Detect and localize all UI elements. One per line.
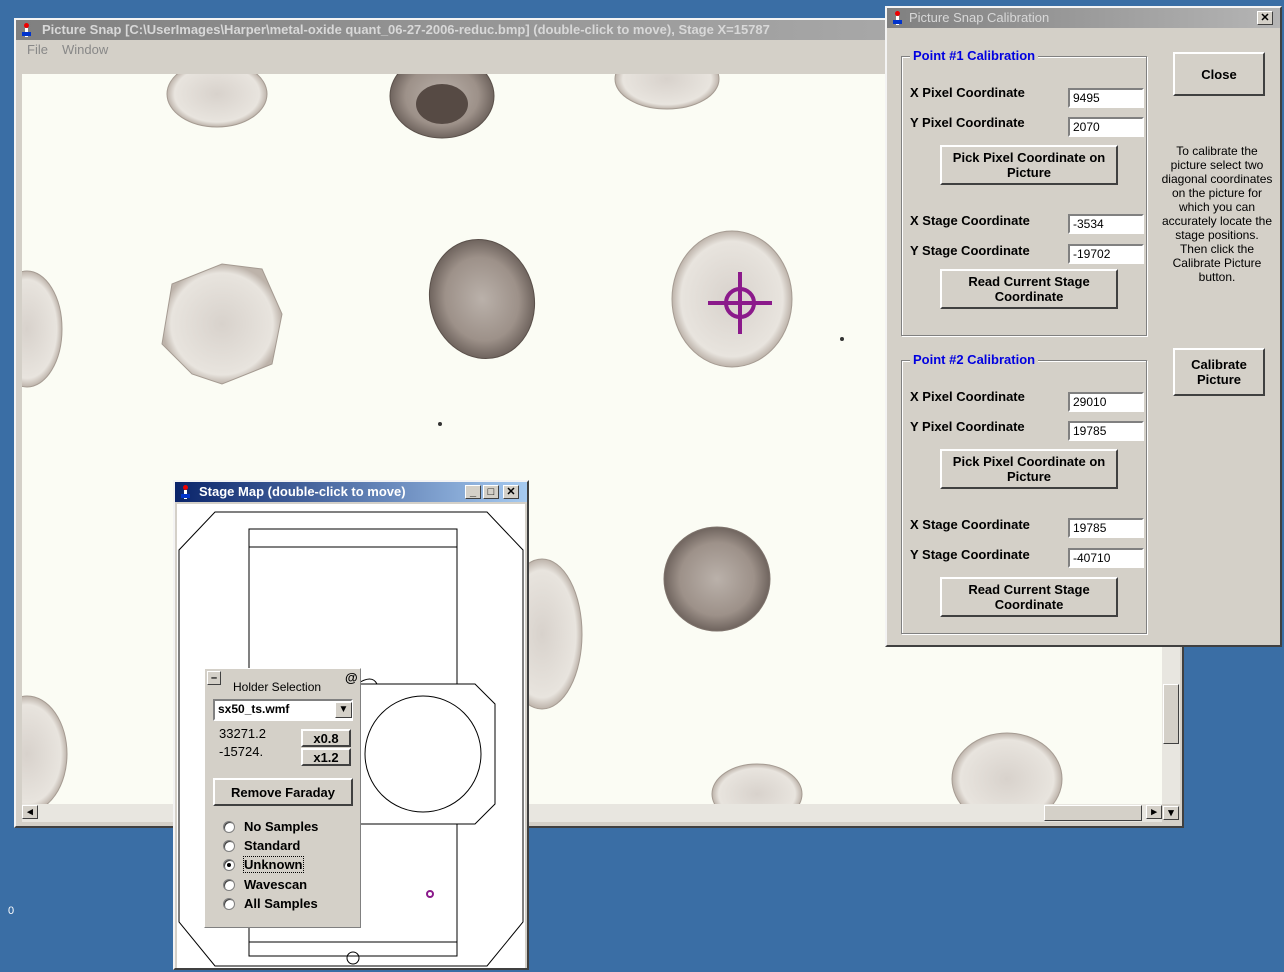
point1-title: Point #1 Calibration [910,48,1039,63]
holder-select[interactable]: sx50_ts.wmf ▼ [213,699,353,721]
app-icon [891,10,905,26]
p1-y-pixel-label: Y Pixel Coordinate [910,115,1025,130]
p2-y-stage-label: Y Stage Coordinate [910,547,1030,562]
p2-x-stage-label: X Stage Coordinate [910,517,1030,532]
p2-x-pixel-label: X Pixel Coordinate [910,389,1025,404]
point2-title: Point #2 Calibration [910,352,1039,367]
p1-y-stage-input[interactable]: -19702 [1068,244,1144,264]
label-no-samples: No Samples [244,819,319,834]
scroll-left-button[interactable]: ◂ [22,805,38,819]
radio-no-samples[interactable] [223,821,235,833]
p1-pick-pixel-button[interactable]: Pick Pixel Coordinate on Picture [940,145,1118,185]
calibrate-picture-button[interactable]: Calibrate Picture [1173,348,1265,396]
holder-selection-panel: – @ Holder Selection sx50_ts.wmf ▼ 33271… [204,668,361,928]
scroll-down-button[interactable]: ▾ [1163,806,1179,820]
at-symbol: @ [345,670,358,685]
zoom-out-button[interactable]: x0.8 [301,729,351,747]
holder-select-value: sx50_ts.wmf [218,702,290,716]
radio-standard[interactable] [223,840,235,852]
point2-group: Point #2 Calibration X Pixel Coordinate … [901,352,1147,634]
label-wavescan: Wavescan [244,877,308,892]
point1-group: Point #1 Calibration X Pixel Coordinate … [901,48,1147,336]
radio-all-samples[interactable] [223,898,235,910]
minimize-icon[interactable]: _ [465,485,481,499]
calibration-titlebar[interactable]: Picture Snap Calibration ✕ [887,8,1280,28]
collapse-panel-button[interactable]: – [207,671,221,685]
p1-x-stage-input[interactable]: -3534 [1068,214,1144,234]
label-all-samples: All Samples [244,896,318,911]
label-standard: Standard [244,838,301,853]
desktop-edge-digit: 0 [8,905,15,917]
p1-read-stage-button[interactable]: Read Current Stage Coordinate [940,269,1118,309]
p2-x-pixel-input[interactable]: 29010 [1068,392,1144,412]
vertical-scroll-thumb[interactable] [1163,684,1179,744]
holder-selection-label: Holder Selection [233,680,322,694]
p1-x-pixel-input[interactable]: 9495 [1068,88,1144,108]
calibration-title: Picture Snap Calibration [909,10,1050,25]
p2-read-stage-button[interactable]: Read Current Stage Coordinate [940,577,1118,617]
stage-coord-y: -15724. [219,744,264,759]
calibration-window[interactable]: Picture Snap Calibration ✕ Point #1 Cali… [885,6,1282,647]
stage-coord-x: 33271.2 [219,726,266,741]
menu-window[interactable]: Window [62,40,108,60]
remove-faraday-button[interactable]: Remove Faraday [213,778,353,806]
app-icon [20,22,34,38]
radio-unknown[interactable] [223,859,235,871]
zoom-in-button[interactable]: x1.2 [301,748,351,766]
radio-wavescan[interactable] [223,879,235,891]
p1-y-pixel-input[interactable]: 2070 [1068,117,1144,137]
chevron-down-icon[interactable]: ▼ [335,702,352,718]
stage-map-window[interactable]: Stage Map (double-click to move) _ □ ✕ –… [173,480,529,970]
stage-map-titlebar[interactable]: Stage Map (double-click to move) _ □ ✕ [175,482,527,502]
close-icon[interactable]: ✕ [1257,11,1273,25]
horizontal-scroll-thumb[interactable] [1044,805,1142,821]
close-button[interactable]: Close [1173,52,1265,96]
p1-y-stage-label: Y Stage Coordinate [910,243,1030,258]
scroll-right-button[interactable]: ▸ [1146,805,1162,819]
menu-file[interactable]: File [27,40,48,60]
label-unknown: Unknown [243,856,304,873]
close-icon[interactable]: ✕ [503,485,519,499]
maximize-icon[interactable]: □ [483,485,499,499]
calibration-instructions: To calibrate the picture select two diag… [1161,144,1273,284]
p2-y-stage-input[interactable]: -40710 [1068,548,1144,568]
picture-snap-title: Picture Snap [C:\UserImages\Harper\metal… [42,22,770,37]
p2-y-pixel-label: Y Pixel Coordinate [910,419,1025,434]
stage-map-title: Stage Map (double-click to move) [199,484,406,499]
p2-x-stage-input[interactable]: 19785 [1068,518,1144,538]
p1-x-pixel-label: X Pixel Coordinate [910,85,1025,100]
p2-pick-pixel-button[interactable]: Pick Pixel Coordinate on Picture [940,449,1118,489]
p1-x-stage-label: X Stage Coordinate [910,213,1030,228]
p2-y-pixel-input[interactable]: 19785 [1068,421,1144,441]
app-icon [179,484,193,500]
